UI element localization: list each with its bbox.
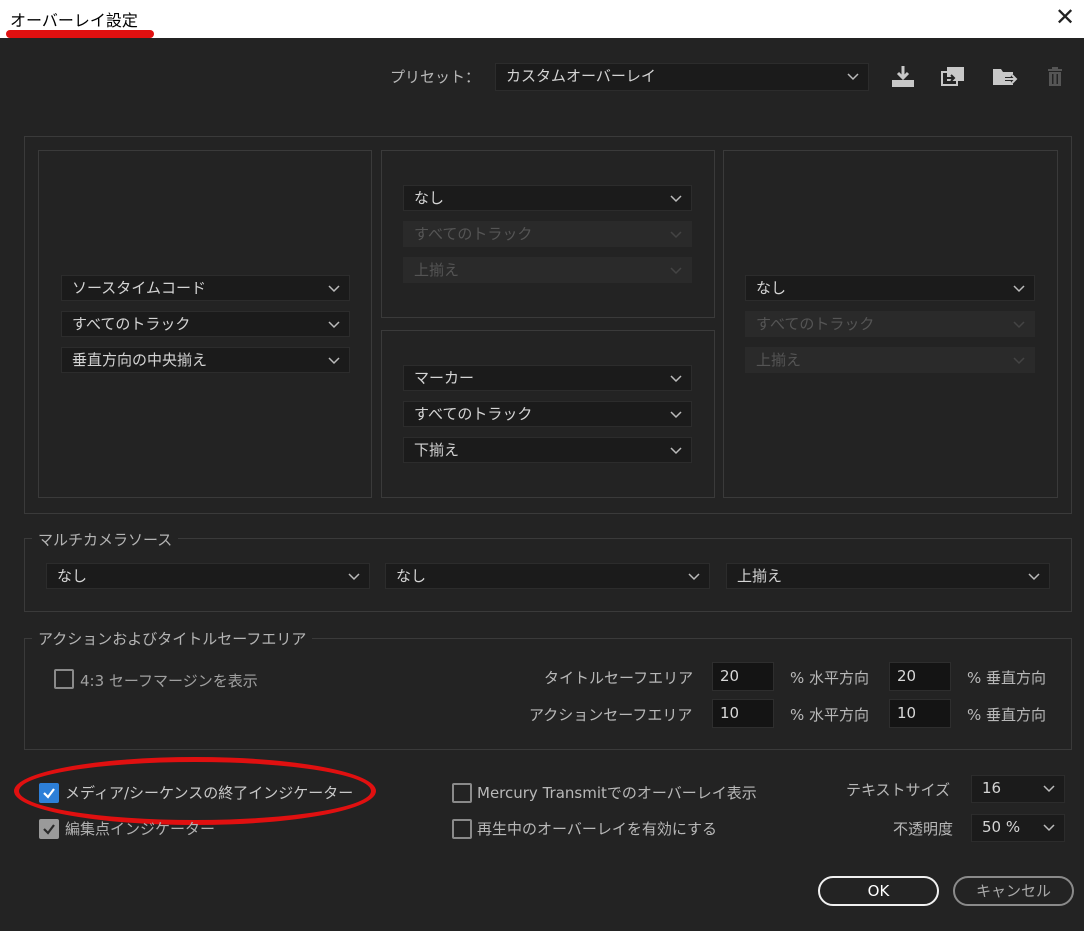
multicam-select-3-value: 上揃え — [737, 567, 783, 585]
multicam-select-1[interactable]: なし — [46, 563, 370, 589]
left-source-dropdown[interactable]: ソースタイムコード — [61, 275, 350, 301]
edit-point-checkbox[interactable] — [39, 819, 59, 839]
left-source-value: ソースタイムコード — [72, 279, 206, 297]
edit-point-label: 編集点インジケーター — [65, 820, 216, 838]
chevron-down-icon — [347, 569, 361, 583]
mercury-transmit-checkbox[interactable] — [452, 783, 472, 803]
center-bottom-align-dropdown[interactable]: 下揃え — [403, 437, 692, 463]
chevron-down-icon — [1012, 353, 1026, 367]
preset-value: カスタムオーバーレイ — [506, 67, 656, 85]
mercury-transmit-label: Mercury Transmitでのオーバーレイ表示 — [477, 784, 757, 802]
center-bottom-track-dropdown[interactable]: すべてのトラック — [403, 401, 692, 427]
chevron-down-icon — [669, 227, 683, 241]
download-icon[interactable] — [889, 63, 917, 91]
text-size-dropdown[interactable]: 16 — [971, 775, 1065, 803]
center-top-align-dropdown: 上揃え — [403, 257, 692, 283]
center-top-align-value: 上揃え — [414, 261, 460, 279]
action-safe-vertical-unit: % 垂直方向 — [967, 706, 1047, 724]
opacity-label: 不透明度 — [893, 820, 954, 838]
right-source-value: なし — [756, 279, 787, 297]
text-size-label: テキストサイズ — [846, 781, 951, 799]
center-bottom-align-value: 下揃え — [414, 441, 460, 459]
import-preset-icon[interactable] — [939, 63, 967, 91]
chevron-down-icon — [1012, 281, 1026, 295]
left-track-value: すべてのトラック — [72, 315, 191, 333]
multicam-select-2[interactable]: なし — [385, 563, 710, 589]
chevron-down-icon — [1012, 317, 1026, 331]
title-safe-label: タイトルセーフエリア — [544, 669, 694, 687]
chevron-down-icon — [327, 353, 341, 367]
checkmark-icon — [43, 788, 55, 799]
chevron-down-icon — [1042, 820, 1056, 834]
center-top-track-dropdown: すべてのトラック — [403, 221, 692, 247]
left-align-dropdown[interactable]: 垂直方向の中央揃え — [61, 347, 350, 373]
center-bottom-source-value: マーカー — [414, 369, 475, 387]
action-safe-vertical-input[interactable]: 10 — [889, 699, 951, 728]
chevron-down-icon — [669, 443, 683, 457]
chevron-down-icon — [669, 263, 683, 277]
chevron-down-icon — [327, 317, 341, 331]
chevron-down-icon — [687, 569, 701, 583]
window-title: オーバーレイ設定 — [10, 11, 138, 30]
playback-overlay-checkbox[interactable] — [452, 819, 472, 839]
safe-margin-checkbox[interactable] — [54, 669, 74, 689]
right-align-value: 上揃え — [756, 351, 802, 369]
center-top-source-dropdown[interactable]: なし — [403, 185, 692, 211]
right-source-dropdown[interactable]: なし — [745, 275, 1035, 301]
action-safe-horizontal-unit: % 水平方向 — [790, 706, 870, 724]
title-underline-annotation — [6, 30, 154, 38]
action-safe-horizontal-input[interactable]: 10 — [712, 699, 774, 728]
center-top-track-value: すべてのトラック — [414, 225, 533, 243]
preset-dropdown[interactable]: カスタムオーバーレイ — [495, 63, 869, 91]
multicam-legend: マルチカメラソース — [32, 529, 179, 550]
opacity-value: 50 % — [982, 818, 1021, 836]
text-size-value: 16 — [982, 779, 1002, 797]
center-bottom-source-dropdown[interactable]: マーカー — [403, 365, 692, 391]
media-end-checkbox[interactable] — [39, 783, 59, 803]
playback-overlay-label: 再生中のオーバーレイを有効にする — [477, 820, 718, 838]
safe-area-group — [24, 638, 1072, 750]
left-align-value: 垂直方向の中央揃え — [72, 351, 208, 369]
chevron-down-icon — [1042, 781, 1056, 795]
chevron-down-icon — [669, 371, 683, 385]
title-safe-horizontal-input[interactable]: 20 — [712, 662, 774, 691]
checkmark-icon — [43, 824, 55, 835]
multicam-select-1-value: なし — [57, 567, 88, 585]
trash-icon[interactable] — [1043, 65, 1071, 93]
title-safe-vertical-input[interactable]: 20 — [889, 662, 951, 691]
multicam-select-3[interactable]: 上揃え — [726, 563, 1050, 589]
center-bottom-track-value: すべてのトラック — [414, 405, 533, 423]
chevron-down-icon — [327, 281, 341, 295]
chevron-down-icon — [669, 407, 683, 421]
chevron-down-icon — [669, 191, 683, 205]
cancel-button[interactable]: キャンセル — [953, 876, 1074, 906]
opacity-dropdown[interactable]: 50 % — [971, 814, 1065, 842]
chevron-down-icon — [1027, 569, 1041, 583]
right-track-dropdown: すべてのトラック — [745, 311, 1035, 337]
title-safe-horizontal-unit: % 水平方向 — [790, 669, 870, 687]
safe-margin-label: 4:3 セーフマージンを表示 — [80, 672, 258, 690]
chevron-down-icon — [846, 69, 860, 83]
title-bar: オーバーレイ設定 ✕ — [0, 0, 1084, 38]
ok-button[interactable]: OK — [818, 876, 939, 906]
right-align-dropdown: 上揃え — [745, 347, 1035, 373]
center-top-source-value: なし — [414, 189, 445, 207]
action-safe-label: アクションセーフエリア — [529, 706, 693, 724]
close-icon[interactable]: ✕ — [1052, 4, 1078, 30]
right-track-value: すべてのトラック — [756, 315, 875, 333]
preset-label: プリセット： — [390, 68, 481, 86]
media-end-label: メディア/シーケンスの終了インジケーター — [65, 784, 354, 802]
safe-area-legend: アクションおよびタイトルセーフエリア — [32, 628, 313, 649]
left-track-dropdown[interactable]: すべてのトラック — [61, 311, 350, 337]
title-safe-vertical-unit: % 垂直方向 — [967, 669, 1047, 687]
multicam-select-2-value: なし — [396, 567, 427, 585]
export-preset-icon[interactable] — [991, 63, 1019, 91]
